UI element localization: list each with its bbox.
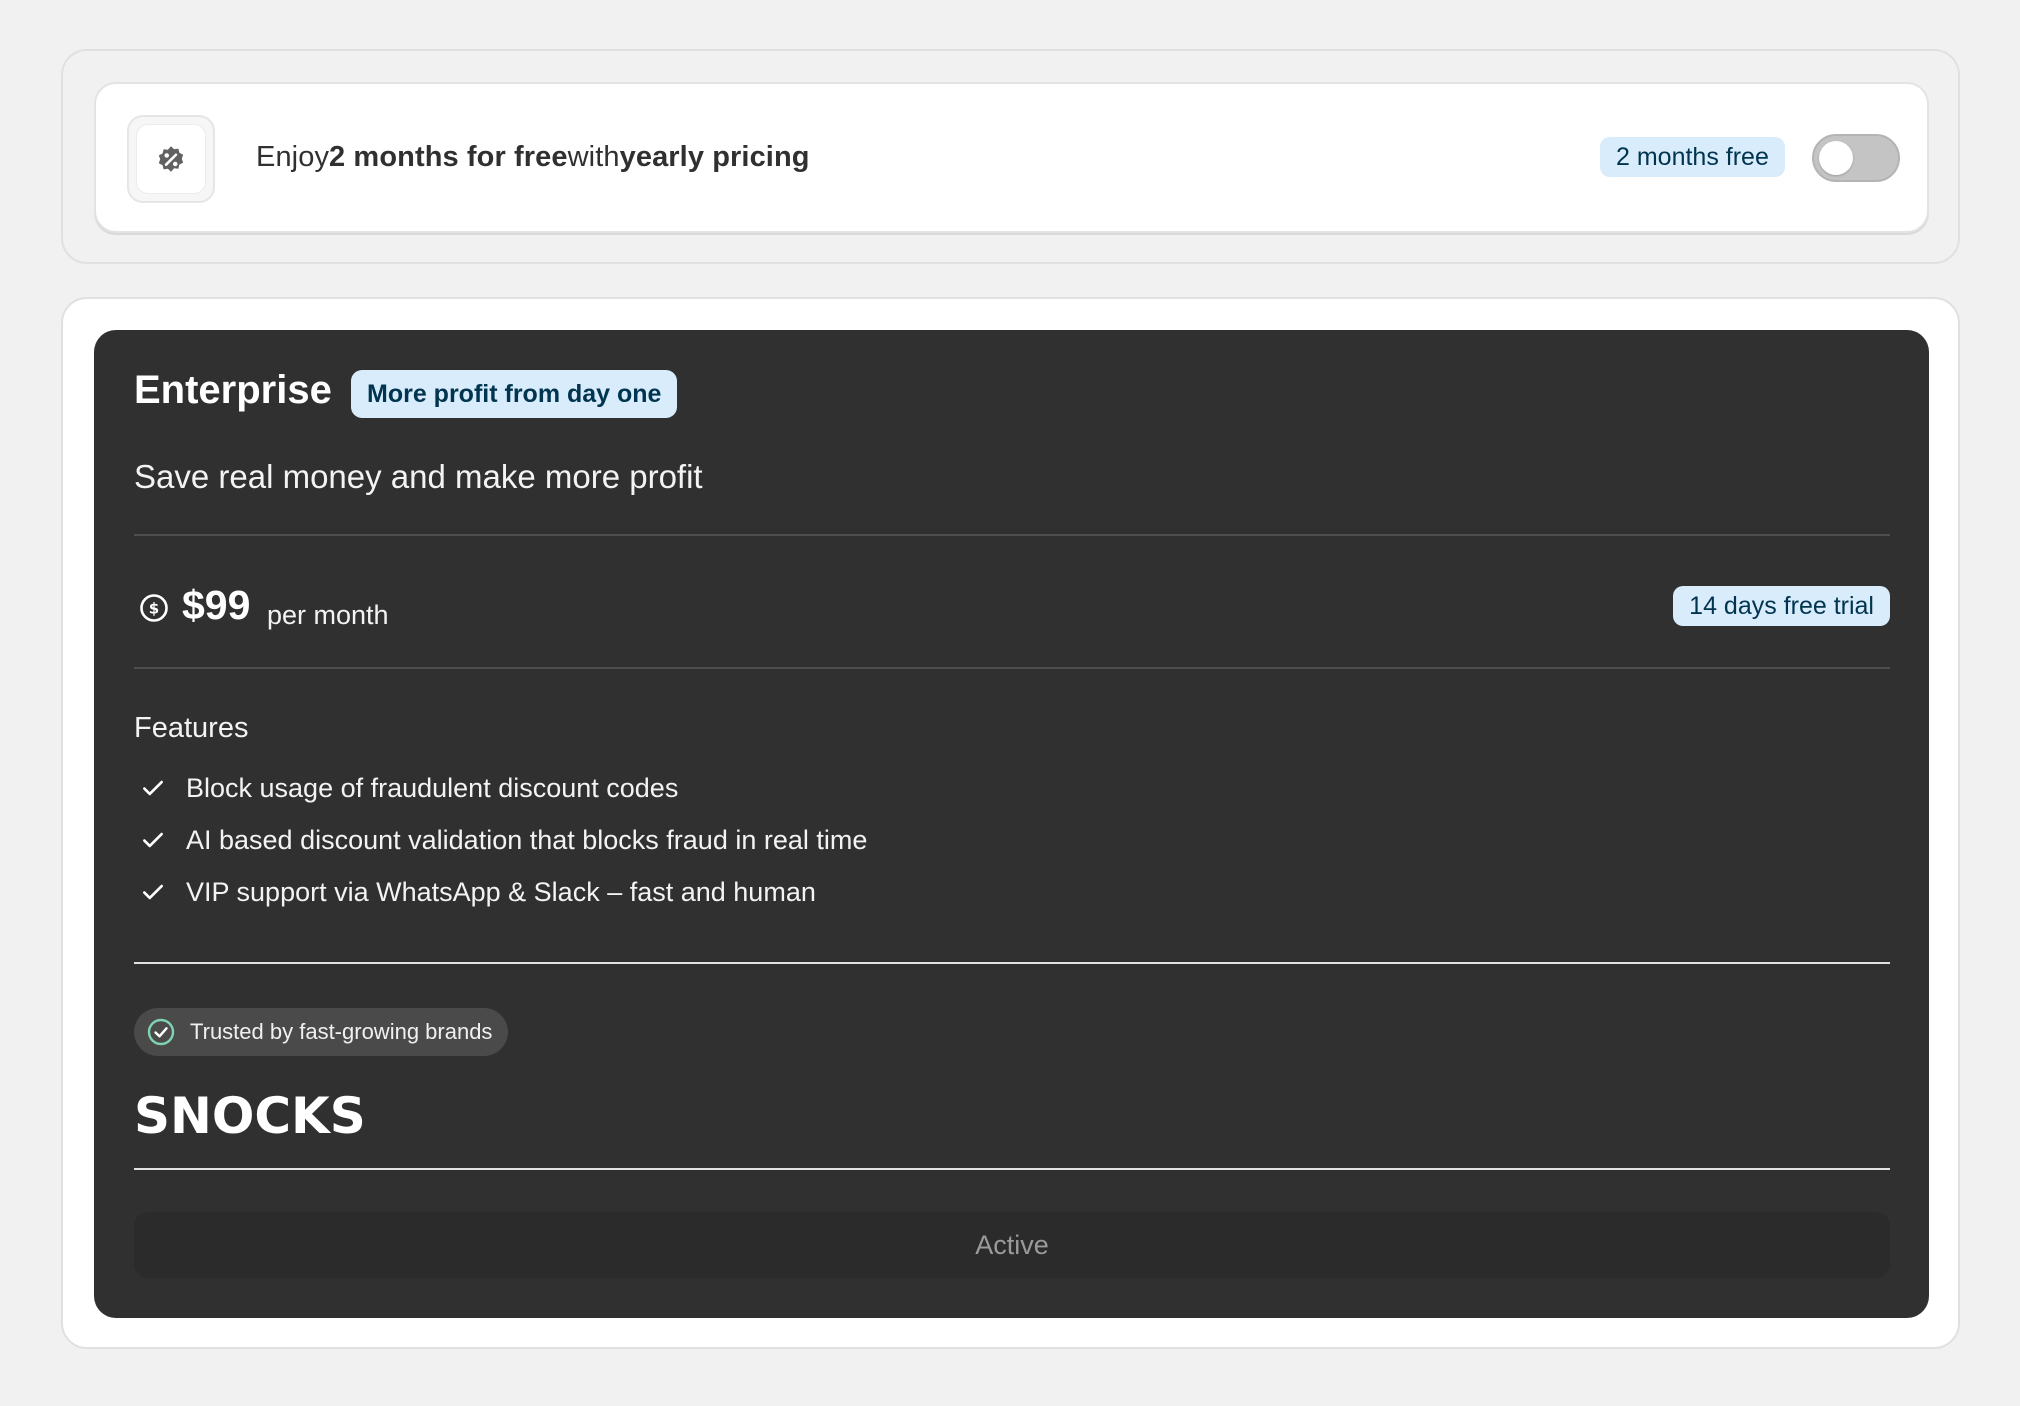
check-circle-icon [146, 1017, 176, 1047]
features-heading: Features [134, 712, 249, 744]
yearly-pricing-section: Enjoy 2 months for free with yearly pric… [61, 49, 1960, 264]
trusted-brands-label: Trusted by fast-growing brands [190, 1019, 493, 1044]
discount-badge-icon [158, 146, 184, 172]
toggle-knob [1819, 141, 1853, 175]
free-trial-badge: 14 days free trial [1673, 586, 1890, 626]
price-period: per month [267, 600, 389, 630]
trusted-brands-pill: Trusted by fast-growing brands [134, 1008, 509, 1056]
checkmark-icon [138, 825, 168, 855]
months-free-badge: 2 months free [1600, 137, 1785, 177]
divider [134, 962, 1890, 964]
list-item: AI based discount validation that blocks… [134, 814, 867, 866]
checkmark-icon [138, 877, 168, 907]
divider [134, 534, 1890, 536]
plan-tagline-badge: More profit from day one [351, 370, 678, 418]
promo-highlight-yearly: yearly pricing [619, 141, 810, 173]
svg-text:$: $ [149, 600, 159, 618]
divider [134, 667, 1890, 669]
list-item: VIP support via WhatsApp & Slack – fast … [134, 866, 867, 918]
yearly-pricing-toggle[interactable] [1812, 134, 1900, 182]
dollar-circle-icon: $ [140, 594, 168, 622]
promo-message: Enjoy 2 months for free with yearly pric… [256, 141, 810, 173]
plan-subtitle: Save real money and make more profit [134, 458, 703, 495]
list-item: Block usage of fraudulent discount codes [134, 762, 867, 814]
yearly-pricing-banner: Enjoy 2 months for free with yearly pric… [94, 82, 1929, 233]
plan-title: Enterprise [134, 368, 332, 412]
active-plan-button[interactable]: Active [134, 1212, 1890, 1278]
promo-icon-container [127, 115, 215, 203]
divider [134, 1168, 1890, 1170]
promo-highlight-free: 2 months for free [329, 141, 568, 173]
snocks-logo: SNOCKS [134, 1087, 366, 1145]
checkmark-icon [138, 773, 168, 803]
price-row: $ $99 per month 14 days free trial [134, 580, 1890, 640]
feature-list: Block usage of fraudulent discount codes… [134, 762, 867, 918]
price-amount: $99 [182, 582, 251, 628]
plan-section: Enterprise More profit from day one Save… [61, 297, 1960, 1349]
enterprise-plan-card: Enterprise More profit from day one Save… [94, 330, 1929, 1318]
